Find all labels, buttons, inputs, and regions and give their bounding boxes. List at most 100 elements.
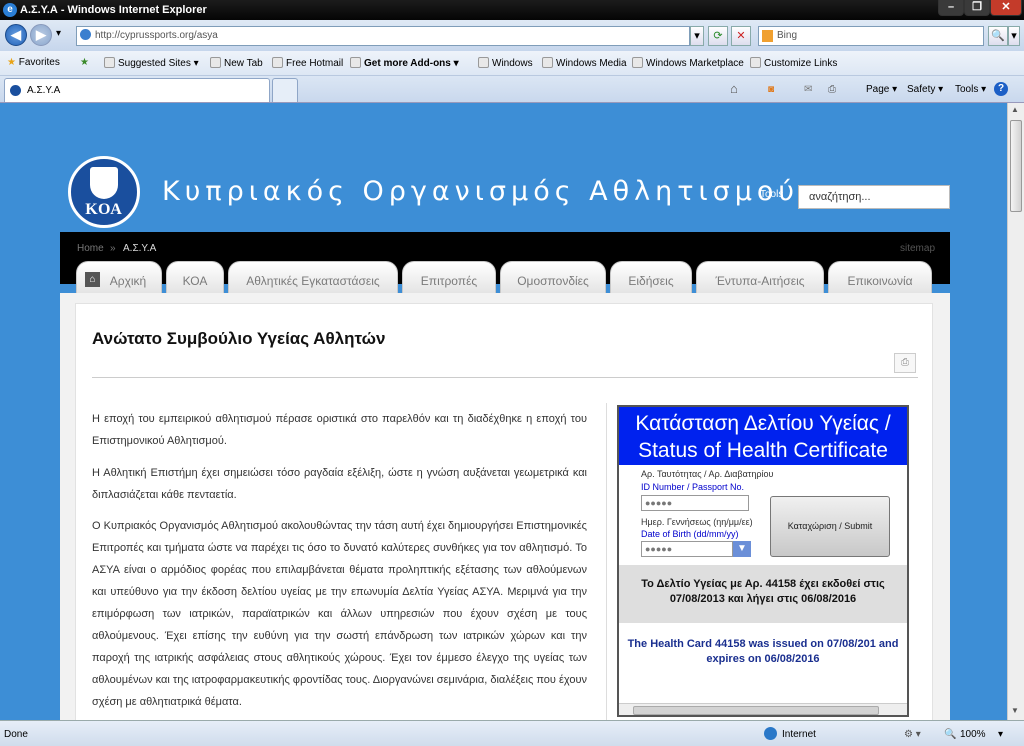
minimize-button[interactable]: – [938,0,964,16]
help-icon[interactable]: ? [994,82,1008,96]
koa-favicon-icon [10,85,21,96]
search-input[interactable]: Bing [758,26,984,46]
site-search-input[interactable]: αναζήτηση... [798,185,950,209]
page-icon [350,57,361,68]
search-options-button[interactable]: ▾ [1008,26,1020,46]
print-page-icon[interactable]: ⎙ [894,353,916,373]
page-icon [272,57,283,68]
tools-link[interactable]: Tools [760,189,783,200]
breadcrumb-home[interactable]: Home [77,243,104,254]
zoom-dropdown-icon[interactable]: ▾ [998,729,1003,740]
dob-select[interactable]: ●●●●● [641,541,733,557]
favorites-button[interactable]: ★ Favorites [7,57,60,68]
sitemap-link[interactable]: sitemap [900,243,935,254]
nav-tab-koa[interactable]: ΚΟΑ [166,261,224,293]
chevron-down-icon[interactable]: ▼ [733,541,751,557]
scroll-down-icon[interactable]: ▼ [1011,706,1019,715]
widget-horizontal-scrollbar[interactable] [619,703,907,715]
zoom-level[interactable]: 100% [960,729,986,740]
tools-menu[interactable]: Tools ▾ [955,84,986,95]
address-toolbar: ◀ ▶ ▾ http://cyprussports.org/asya ▾ ⟳ ✕… [0,20,1024,51]
back-button[interactable]: ◀ [5,24,27,46]
window-title: Α.Σ.Υ.Α - Windows Internet Explorer [20,4,207,16]
page-title: Ανώτατο Συμβούλιο Υγείας Αθλητών [92,329,386,348]
tab-row: Α.Σ.Υ.Α ⌂ ◙ ✉ ⎙ Page ▾ Safety ▾ Tools ▾ … [0,76,1024,103]
divider [92,377,918,378]
nav-tab-committees[interactable]: Επιτροπές [402,261,496,293]
page-viewport: ΚΟΑ Κυπριακός Οργανισμός Αθλητισμού Tool… [0,103,1007,720]
ie-logo-icon: e [3,3,17,17]
fav-free-hotmail[interactable]: Free Hotmail [272,57,343,69]
add-favorite-icon[interactable]: ★ [80,57,89,68]
submit-button[interactable]: Καταχώριση / Submit [770,496,890,557]
print-icon[interactable]: ⎙ [828,84,836,95]
status-text: Done [4,729,28,740]
dob-label-gr: Ημερ. Γεννήσεως (ηη/μμ/εε) [641,517,753,527]
new-tab-button[interactable] [272,78,298,102]
site-title: Κυπριακός Οργανισμός Αθλητισμού [162,176,800,207]
page-icon [632,57,643,68]
column-divider [606,403,607,720]
widget-title: Κατάσταση Δελτίου Υγείας / Status of Hea… [619,407,907,465]
id-number-input[interactable]: ●●●●● [641,495,749,511]
tab-asya[interactable]: Α.Σ.Υ.Α [4,78,270,102]
address-dropdown-button[interactable]: ▾ [690,26,704,46]
torch-icon [90,167,118,199]
fav-windows[interactable]: Windows [478,57,533,69]
home-icon: ⌂ [85,272,100,287]
fav-windows-media[interactable]: Windows Media [542,57,627,69]
nav-tab-contact[interactable]: Επικοινωνία [828,261,932,293]
scroll-thumb[interactable] [633,706,879,715]
history-dropdown[interactable]: ▾ [56,28,61,39]
vertical-scrollbar[interactable]: ▲ ▼ [1007,103,1024,720]
nav-tab-facilities[interactable]: Αθλητικές Εγκαταστάσεις [228,261,398,293]
fav-new-tab[interactable]: New Tab [210,57,263,69]
result-greek: Το Δελτίο Υγείας με Αρ. 44158 έχει εκδοθ… [619,565,907,623]
result-english: The Health Card 44158 was issued on 07/0… [619,623,907,711]
fav-get-addons[interactable]: Get more Add-ons ▾ [350,57,459,69]
page-icon [210,57,221,68]
page-icon [104,57,115,68]
id-label-en: ID Number / Passport No. [641,482,745,492]
favorites-bar: ★ Favorites ★ Suggested Sites ▾ New Tab … [0,51,1024,76]
scroll-up-icon[interactable]: ▲ [1011,105,1019,114]
koa-logo: ΚΟΑ [68,156,140,228]
page-icon [478,57,489,68]
nav-tab-federations[interactable]: Ομοσπονδίες [500,261,606,293]
nav-tab-forms[interactable]: Έντυπα-Αιτήσεις [696,261,824,293]
fav-windows-marketplace[interactable]: Windows Marketplace [632,57,744,69]
stop-button[interactable]: ✕ [731,26,751,46]
bing-icon [762,30,773,42]
logo-text: ΚΟΑ [85,201,123,218]
protected-mode-icon[interactable]: ⚙ ▾ [904,729,921,740]
nav-tab-label: Αρχική [109,274,147,288]
page-icon [750,57,761,68]
breadcrumb-separator: » [110,243,116,254]
star-icon: ★ [7,57,16,68]
maximize-button[interactable]: ❐ [964,0,990,16]
scroll-thumb[interactable] [1010,120,1022,212]
paragraph-2: Η Αθλητική Επιστήμη έχει σημειώσει τόσο … [92,467,587,501]
safety-menu[interactable]: Safety ▾ [907,84,943,95]
forward-button[interactable]: ▶ [30,24,52,46]
health-certificate-widget: Κατάσταση Δελτίου Υγείας / Status of Hea… [617,405,909,717]
paragraph-1: Η εποχή του εμπειρικού αθλητισμού πέρασε… [92,413,587,447]
site-favicon-icon [80,29,91,40]
address-input[interactable]: http://cyprussports.org/asya [76,26,690,46]
page-menu[interactable]: Page ▾ [866,84,897,95]
paragraph-3: Ο Κυπριακός Οργανισμός Αθλητισμού ακολου… [92,520,587,708]
refresh-button[interactable]: ⟳ [708,26,728,46]
fav-customize-links[interactable]: Customize Links [750,57,837,69]
search-go-button[interactable]: 🔍 [988,26,1008,46]
close-button[interactable]: ✕ [990,0,1022,16]
nav-tab-news[interactable]: Ειδήσεις [610,261,692,293]
zoom-icon: 🔍 [944,729,957,740]
mail-icon[interactable]: ✉ [804,84,812,95]
status-bar: Done Internet ⚙ ▾ 🔍 100% ▾ [0,720,1024,746]
fav-suggested-sites[interactable]: Suggested Sites ▾ [104,57,199,69]
page-icon [542,57,553,68]
feeds-icon[interactable]: ◙ [768,84,774,95]
internet-zone-icon [764,727,777,740]
window-titlebar: e Α.Σ.Υ.Α - Windows Internet Explorer – … [0,0,1024,20]
home-icon[interactable]: ⌂ [730,81,738,96]
